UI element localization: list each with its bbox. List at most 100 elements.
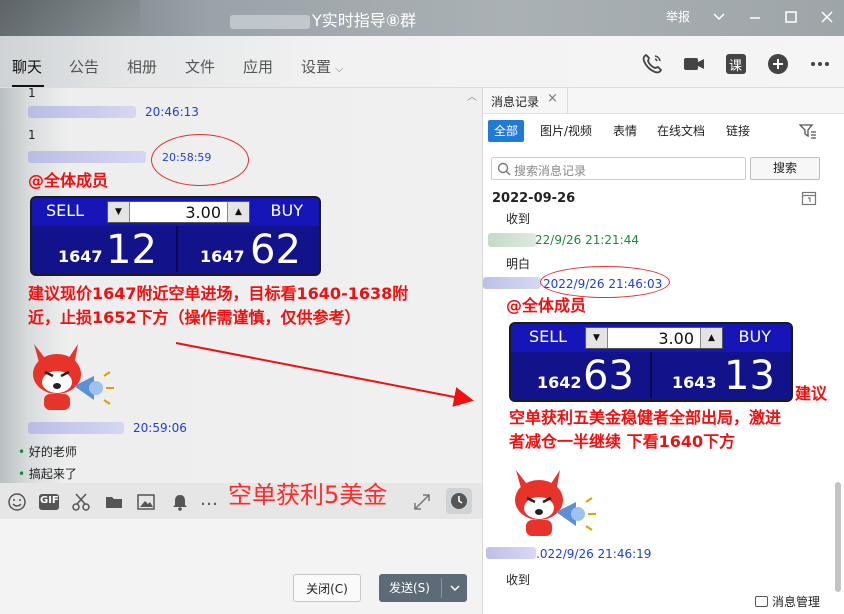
tab-settings[interactable]: 设置 ⌵ [301,56,343,77]
reply-text: • 搞起来了 [18,465,77,482]
chevron-down-icon: ⌵ [335,62,344,75]
search-button[interactable]: 搜索 [750,157,820,180]
decrease-lot-icon[interactable]: ▼ [586,328,608,348]
message-time: 20:59:06 [133,421,187,435]
sell-price[interactable]: 1642 63 [511,352,650,398]
more-dots-icon[interactable]: … [200,489,224,510]
bell-icon[interactable] [170,492,190,512]
sender-name-blurred [483,277,541,289]
message-text: 1 [28,128,36,142]
window-controls: 举报 [666,8,834,25]
history-date: 2022-09-26 [492,191,576,206]
window-title-text: Y实时指导⑧群 [312,11,417,30]
tab-album[interactable]: 相册 [127,56,157,77]
header-actions: 课 [640,52,832,76]
reply-text-1: 好的老师 [28,445,77,459]
tab-files[interactable]: 文件 [185,56,215,77]
sell-label[interactable]: SELL [46,201,84,220]
tab-announcement[interactable]: 公告 [69,56,99,77]
send-button-label: 发送(S) [389,581,430,595]
profit-annotation: 空单获利5美金 [228,481,388,509]
decrease-lot-icon[interactable]: ▼ [108,202,130,222]
buy-price[interactable]: 1643 13 [652,352,791,398]
message-management-label: 消息管理 [772,595,821,609]
trade-widget: SELL ▼ 3.00 ▲ BUY 1647 12 1647 62 [32,198,319,274]
sender-name-blurred [488,233,536,247]
search-placeholder: 搜索消息记录 [514,164,587,178]
expand-icon[interactable] [412,492,432,512]
mention-all: @全体成员 [28,171,109,190]
lot-stepper[interactable]: ▼ 3.00 ▲ [107,201,250,223]
send-button[interactable]: 发送(S) [379,574,467,602]
mention-all: @全体成员 [506,296,587,315]
history-search-input[interactable]: 搜索消息记录 [491,157,746,180]
filter-all[interactable]: 全部 [488,120,525,142]
scissors-icon[interactable] [71,492,91,512]
lot-value[interactable]: 3.00 [130,203,227,222]
maximize-icon[interactable] [784,10,798,24]
buy-label[interactable]: BUY [739,327,771,346]
lot-stepper[interactable]: ▼ 3.00 ▲ [585,327,723,349]
message-management-link[interactable]: 消息管理 [755,593,820,610]
add-icon[interactable] [766,52,790,76]
lesson-icon-label: 课 [729,59,743,74]
close-button[interactable]: 关闭(C) [293,574,361,602]
more-icon[interactable] [808,52,832,76]
message-management-icon [755,596,768,607]
history-message-text: 明白 [506,257,531,271]
buy-price-prefix: 1647 [200,247,245,266]
close-icon[interactable] [820,10,834,24]
buy-label[interactable]: BUY [271,201,303,220]
sell-price[interactable]: 1647 12 [32,226,176,272]
folder-icon[interactable] [104,492,124,512]
minimize-icon[interactable] [748,10,762,24]
video-icon[interactable] [682,52,706,76]
filter-links[interactable]: 链接 [720,120,756,142]
tab-settings-label: 设置 [301,58,332,76]
filter-stickers[interactable]: 表情 [607,120,643,142]
filter-settings-icon[interactable] [798,123,817,142]
tab-message-history[interactable]: 消息记录 [491,93,539,110]
filter-media[interactable]: 图片/视频 [534,120,598,142]
buy-price-big: 13 [724,353,775,399]
advice-text-line3: 者减仓一半继续 下看1640下方 [509,432,736,451]
sell-label[interactable]: SELL [529,327,567,346]
history-icon[interactable] [446,488,472,514]
increase-lot-icon[interactable]: ▲ [700,328,722,348]
filter-docs[interactable]: 在线文档 [651,120,711,142]
history-panel-header: 消息记录 × [483,88,844,114]
search-icon [497,162,511,176]
lesson-icon[interactable]: 课 [724,52,748,76]
advice-text-line1: 建议 [795,384,828,403]
report-link[interactable]: 举报 [666,8,690,25]
tab-apps[interactable]: 应用 [243,56,273,77]
gif-icon-label: GIF [40,495,59,506]
close-icon[interactable]: × [547,91,558,106]
active-tab-underline [12,85,44,87]
chevron-down-icon[interactable] [447,574,463,612]
send-button-divider [441,578,442,598]
phone-icon[interactable] [640,52,664,76]
history-message-text: 收到 [506,212,531,226]
image-icon[interactable] [136,492,156,512]
calendar-icon[interactable] [801,190,817,206]
history-scrollbar[interactable] [835,482,841,592]
window-title: Y实时指导⑧群 [230,7,416,31]
emoji-icon[interactable] [7,492,27,512]
bullet: • [18,467,29,481]
history-message-time: .022/9/26 21:46:19 [536,547,652,561]
lot-value[interactable]: 3.00 [608,329,700,348]
increase-lot-icon[interactable]: ▲ [227,202,249,222]
title-bar: Y实时指导⑧群 举报 [0,0,844,36]
tab-chat[interactable]: 聊天 [12,56,42,77]
tab-separator [567,88,568,114]
buy-price[interactable]: 1647 62 [178,226,319,272]
chevron-down-icon[interactable] [712,10,726,24]
history-filters: 全部 图片/视频 表情 在线文档 链接 [483,118,844,144]
gif-icon[interactable]: GIF [38,492,60,512]
scroll-up-icon[interactable]: ︿ [467,88,477,103]
buy-price-big: 62 [250,227,301,273]
chat-pane[interactable]: 1 ︿ 20:46:13 1 20:58:59 @全体成员 SELL ▼ 3.0… [0,88,482,483]
sell-price-big: 63 [583,353,634,399]
sell-price-prefix: 1647 [58,247,103,266]
